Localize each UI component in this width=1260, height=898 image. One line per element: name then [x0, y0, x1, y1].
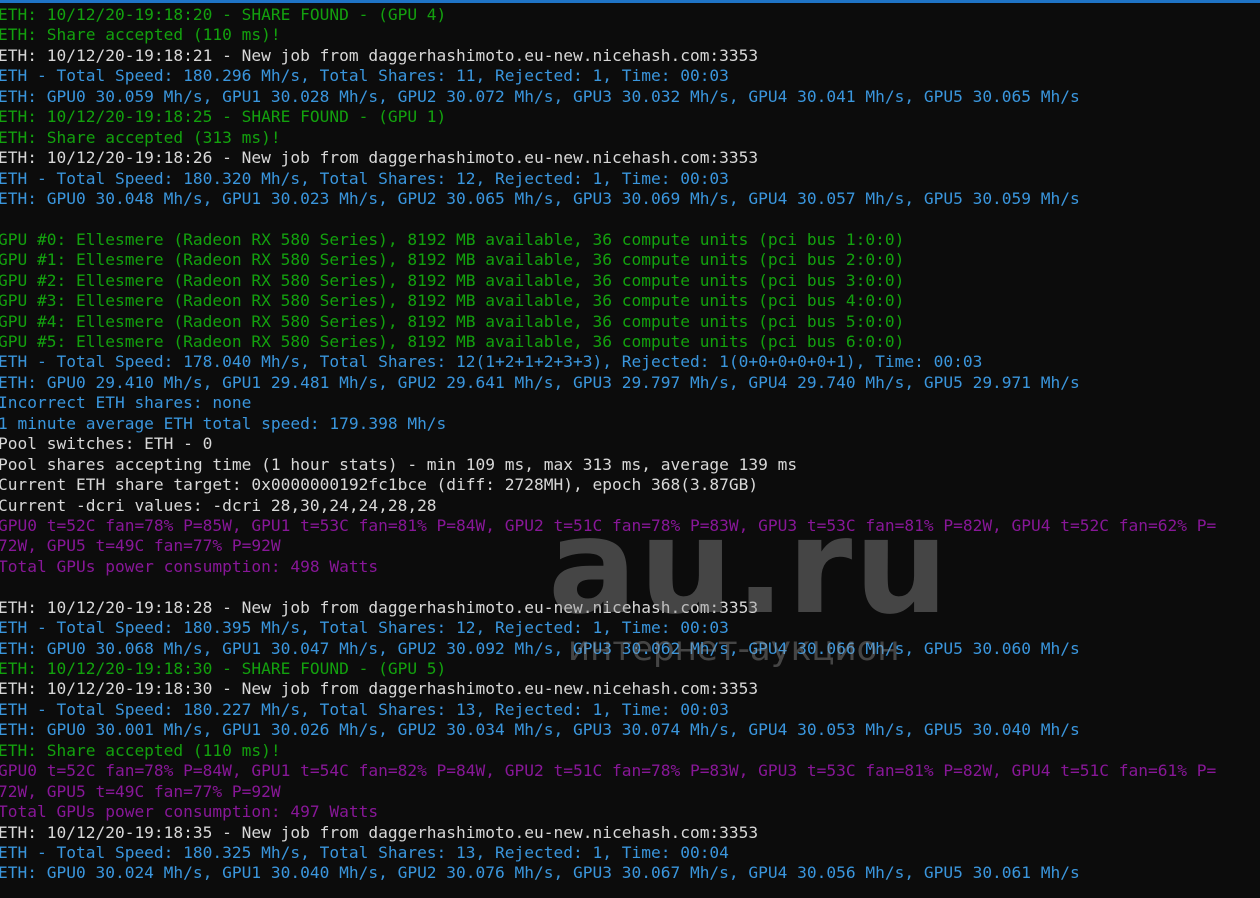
console-line: ETH: 10/12/20-19:18:25 - SHARE FOUND - (… [0, 107, 447, 127]
console-line: GPU #1: Ellesmere (Radeon RX 580 Series)… [0, 250, 905, 270]
console-line: ETH: 10/12/20-19:18:30 - New job from da… [0, 679, 759, 699]
console-line: Incorrect ETH shares: none [0, 393, 252, 413]
console-line: Pool shares accepting time (1 hour stats… [0, 454, 798, 474]
console-line: Current -dcri values: -dcri 28,30,24,24,… [0, 495, 437, 515]
console-line: ETH: GPU0 30.001 Mh/s, GPU1 30.026 Mh/s,… [0, 720, 1080, 740]
console-line: ETH: GPU0 30.048 Mh/s, GPU1 30.023 Mh/s,… [0, 188, 1080, 208]
terminal-window[interactable]: ETH: 10/12/20-19:18:20 - SHARE FOUND - (… [0, 0, 1260, 898]
console-line: ETH: 10/12/20-19:18:28 - New job from da… [0, 597, 759, 617]
console-line: ETH: GPU0 29.410 Mh/s, GPU1 29.481 Mh/s,… [0, 372, 1080, 392]
console-line: ETH: GPU0 30.024 Mh/s, GPU1 30.040 Mh/s,… [0, 863, 1080, 883]
console-line: Current ETH share target: 0x0000000192fc… [0, 475, 759, 495]
console-line: GPU #0: Ellesmere (Radeon RX 580 Series)… [0, 229, 905, 249]
console-line: ETH - Total Speed: 180.296 Mh/s, Total S… [0, 66, 729, 86]
console-line: ETH: 10/12/20-19:18:35 - New job from da… [0, 822, 759, 842]
console-line: ETH - Total Speed: 180.395 Mh/s, Total S… [0, 618, 729, 638]
console-line: 72W, GPU5 t=49C fan=77% P=92W [0, 781, 281, 801]
console-line: ETH - Total Speed: 180.227 Mh/s, Total S… [0, 699, 729, 719]
console-line: 72W, GPU5 t=49C fan=77% P=92W [0, 536, 281, 556]
console-output[interactable]: ETH: 10/12/20-19:18:20 - SHARE FOUND - (… [0, 5, 1260, 884]
console-line: ETH: GPU0 30.059 Mh/s, GPU1 30.028 Mh/s,… [0, 86, 1080, 106]
console-line: 1 minute average ETH total speed: 179.39… [0, 413, 447, 433]
console-line: ETH: Share accepted (313 ms)! [0, 127, 281, 147]
console-line: ETH: 10/12/20-19:18:21 - New job from da… [0, 45, 759, 65]
console-line: ETH: 10/12/20-19:18:26 - New job from da… [0, 148, 759, 168]
console-line: ETH: Share accepted (110 ms)! [0, 25, 281, 45]
console-line: GPU0 t=52C fan=78% P=84W, GPU1 t=54C fan… [0, 761, 1217, 781]
console-line: ETH: 10/12/20-19:18:20 - SHARE FOUND - (… [0, 5, 447, 24]
console-line: GPU #5: Ellesmere (Radeon RX 580 Series)… [0, 332, 905, 351]
console-line: GPU0 t=52C fan=78% P=85W, GPU1 t=53C fan… [0, 515, 1217, 535]
console-line: Total GPUs power consumption: 498 Watts [0, 556, 379, 576]
console-line: GPU #4: Ellesmere (Radeon RX 580 Series)… [0, 311, 905, 331]
console-line: GPU #3: Ellesmere (Radeon RX 580 Series)… [0, 291, 905, 311]
console-line: ETH - Total Speed: 180.325 Mh/s, Total S… [0, 842, 729, 862]
console-line: Total GPUs power consumption: 497 Watts [0, 802, 379, 822]
console-line: ETH: Share accepted (110 ms)! [0, 740, 281, 760]
console-line: ETH: 10/12/20-19:18:30 - SHARE FOUND - (… [0, 659, 447, 678]
console-line: Pool switches: ETH - 0 [0, 434, 213, 454]
console-line: ETH - Total Speed: 180.320 Mh/s, Total S… [0, 168, 729, 188]
console-line: ETH - Total Speed: 178.040 Mh/s, Total S… [0, 352, 983, 372]
console-line: ETH: GPU0 30.068 Mh/s, GPU1 30.047 Mh/s,… [0, 638, 1080, 658]
console-line: GPU #2: Ellesmere (Radeon RX 580 Series)… [0, 270, 905, 290]
